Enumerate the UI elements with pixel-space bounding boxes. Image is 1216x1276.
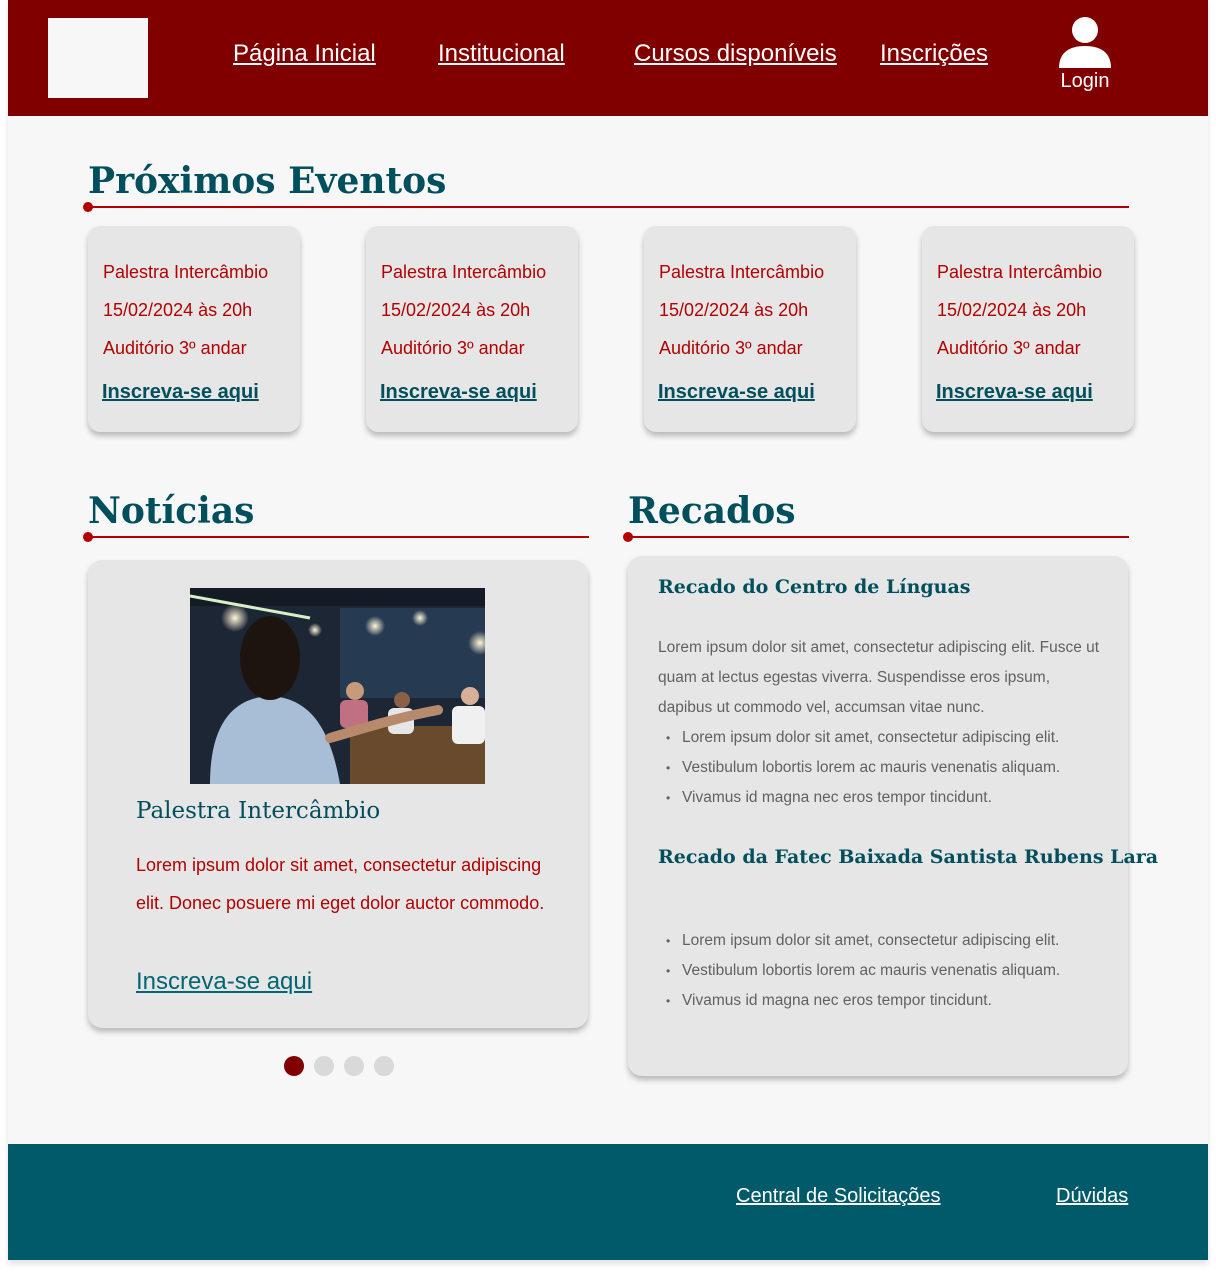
event-signup-link[interactable]: Inscreva-se aqui bbox=[658, 381, 815, 404]
list-item: Vivamus id magna nec eros tempor tincidu… bbox=[658, 986, 1104, 1016]
event-name: Palestra Intercâmbio bbox=[937, 262, 1103, 282]
events-divider bbox=[83, 202, 1129, 212]
event-place: Auditório 3º andar bbox=[659, 338, 803, 358]
event-name: Palestra Intercâmbio bbox=[381, 262, 547, 282]
recado-text: Lorem ipsum dolor sit amet, consectetur … bbox=[658, 639, 1100, 716]
nav-link-home[interactable]: Página Inicial bbox=[233, 40, 376, 68]
news-headline: Palestra Intercâmbio bbox=[136, 798, 381, 824]
event-place: Auditório 3º andar bbox=[381, 338, 525, 358]
recado-bullet-list: Lorem ipsum dolor sit amet, consectetur … bbox=[658, 723, 1104, 813]
footer-link-requests[interactable]: Central de Solicitações bbox=[736, 1185, 941, 1208]
event-date: 15/02/2024 às 20h bbox=[103, 300, 253, 320]
carousel-dot[interactable] bbox=[374, 1056, 394, 1076]
login-label: Login bbox=[1060, 70, 1110, 92]
recados-card: Recado do Centro de Línguas Lorem ipsum … bbox=[628, 556, 1158, 1076]
news-heading: Notícias bbox=[88, 490, 255, 532]
carousel-dot[interactable] bbox=[344, 1056, 364, 1076]
news-signup-link[interactable]: Inscreva-se aqui bbox=[136, 968, 312, 996]
footer-link-faq[interactable]: Dúvidas bbox=[1056, 1185, 1128, 1208]
event-card: Palestra Intercâmbio 15/02/2024 às 20h A… bbox=[88, 226, 300, 432]
carousel-dot[interactable] bbox=[314, 1056, 334, 1076]
news-divider bbox=[83, 532, 589, 542]
news-card: Palestra Intercâmbio Lorem ipsum dolor s… bbox=[88, 560, 588, 1028]
event-place: Auditório 3º andar bbox=[937, 338, 1081, 358]
recado-title: Recado do Centro de Línguas bbox=[658, 576, 971, 598]
nav-link-courses[interactable]: Cursos disponíveis bbox=[634, 40, 837, 68]
event-date: 15/02/2024 às 20h bbox=[381, 300, 531, 320]
login-button[interactable]: Login bbox=[1048, 16, 1122, 93]
footer: Central de Solicitações Dúvidas bbox=[8, 1144, 1208, 1260]
list-item: Vivamus id magna nec eros tempor tincidu… bbox=[658, 783, 1104, 813]
carousel-dot[interactable] bbox=[284, 1056, 304, 1076]
event-name: Palestra Intercâmbio bbox=[659, 262, 825, 282]
event-name: Palestra Intercâmbio bbox=[103, 262, 269, 282]
logo[interactable] bbox=[48, 18, 148, 98]
event-signup-link[interactable]: Inscreva-se aqui bbox=[936, 381, 1093, 404]
event-card: Palestra Intercâmbio 15/02/2024 às 20h A… bbox=[922, 226, 1134, 432]
event-signup-link[interactable]: Inscreva-se aqui bbox=[102, 381, 259, 404]
list-item: Lorem ipsum dolor sit amet, consectetur … bbox=[658, 723, 1104, 753]
header: Página Inicial Institucional Cursos disp… bbox=[8, 0, 1208, 116]
user-icon bbox=[1059, 17, 1111, 68]
nav-link-enrollments[interactable]: Inscrições bbox=[880, 40, 988, 68]
news-image[interactable] bbox=[190, 588, 485, 784]
recados-divider bbox=[623, 532, 1129, 542]
event-card: Palestra Intercâmbio 15/02/2024 às 20h A… bbox=[366, 226, 578, 432]
event-date: 15/02/2024 às 20h bbox=[659, 300, 809, 320]
list-item: Lorem ipsum dolor sit amet, consectetur … bbox=[658, 926, 1104, 956]
list-item: Vestibulum lobortis lorem ac mauris vene… bbox=[658, 753, 1104, 783]
list-item: Vestibulum lobortis lorem ac mauris vene… bbox=[658, 956, 1104, 986]
page: Página Inicial Institucional Cursos disp… bbox=[8, 0, 1208, 1260]
event-signup-link[interactable]: Inscreva-se aqui bbox=[380, 381, 537, 404]
recado-title: Recado da Fatec Baixada Santista Rubens … bbox=[658, 846, 1159, 868]
nav-link-institutional[interactable]: Institucional bbox=[438, 40, 565, 68]
recados-heading: Recados bbox=[628, 490, 796, 532]
news-summary: Lorem ipsum dolor sit amet, consectetur … bbox=[136, 855, 545, 913]
recado-bullet-list: Lorem ipsum dolor sit amet, consectetur … bbox=[658, 926, 1104, 1016]
event-place: Auditório 3º andar bbox=[103, 338, 247, 358]
events-heading: Próximos Eventos bbox=[88, 160, 447, 202]
event-date: 15/02/2024 às 20h bbox=[937, 300, 1087, 320]
event-card: Palestra Intercâmbio 15/02/2024 às 20h A… bbox=[644, 226, 856, 432]
